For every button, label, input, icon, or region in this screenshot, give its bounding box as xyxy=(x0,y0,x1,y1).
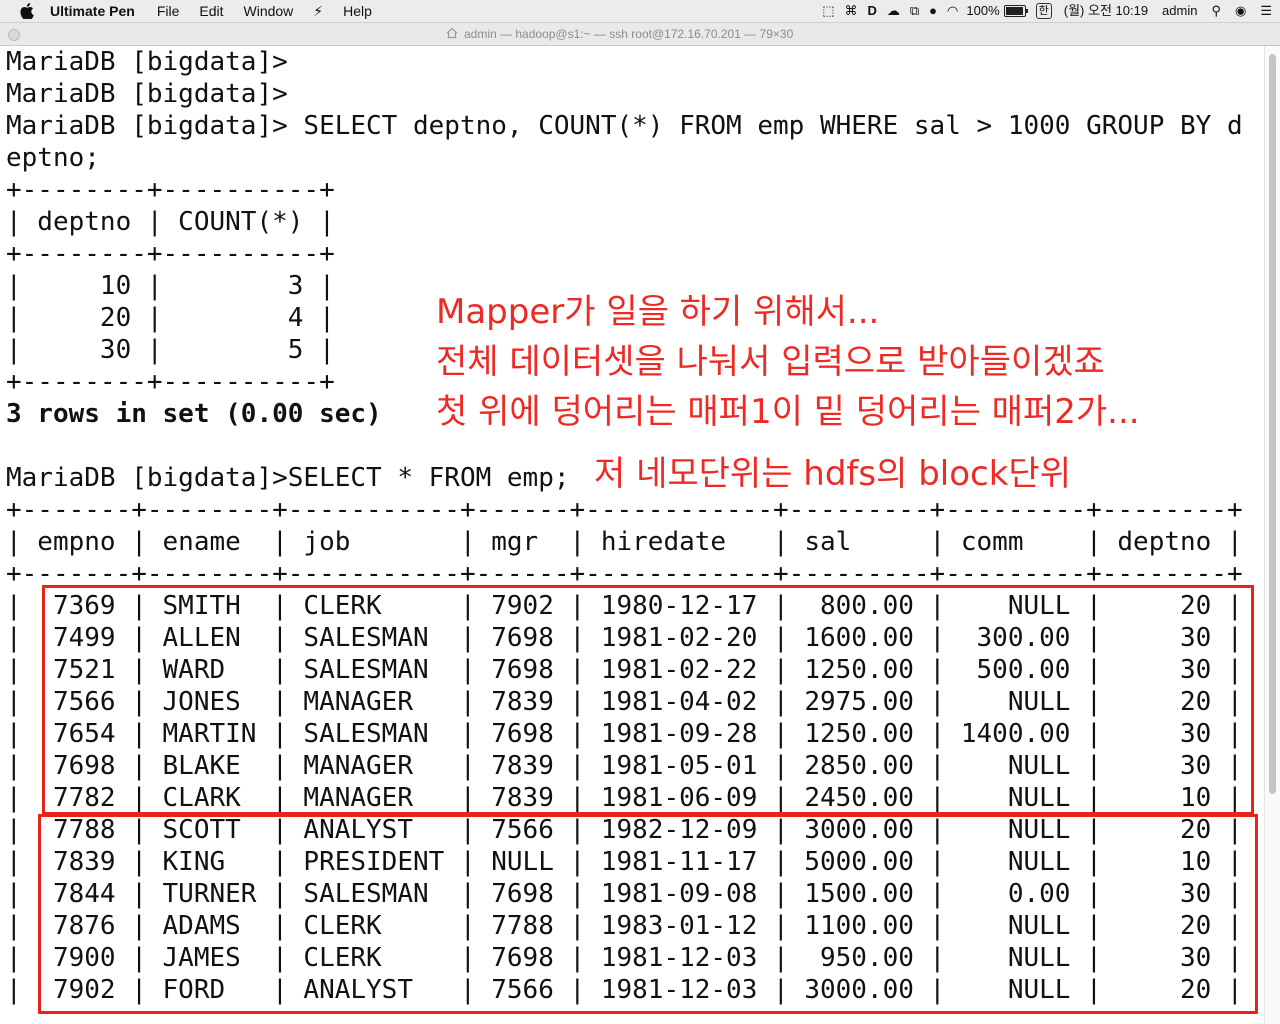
terminal-line: MariaDB [bigdata]> xyxy=(6,47,288,77)
close-button[interactable] xyxy=(8,29,20,41)
spotlight-search-icon[interactable]: ⚲ xyxy=(1211,0,1221,22)
terminal-line: | 30 | 5 | xyxy=(6,335,335,365)
d-app-icon[interactable]: D xyxy=(867,0,876,22)
terminal-line: +--------+----------+ xyxy=(6,239,335,269)
apple-menu-icon[interactable] xyxy=(20,3,34,19)
help-menu[interactable]: Help xyxy=(343,0,372,22)
window-titlebar[interactable]: admin — hadoop@s1:~ — ssh root@172.16.70… xyxy=(0,23,1280,46)
clock[interactable]: (월) 오전 10:19 xyxy=(1064,0,1148,22)
chat-icon[interactable]: ● xyxy=(929,0,937,22)
dropbox-icon[interactable]: ⬚ xyxy=(822,0,834,22)
script-icon[interactable]: ⚡︎ xyxy=(313,0,323,22)
terminal-line: 3 rows in set (0.00 sec) xyxy=(6,399,382,429)
annotation-chunks: 첫 위에 덩어리는 매퍼1이 밑 덩어리는 매퍼2가... xyxy=(436,392,1140,432)
terminal-line: MariaDB [bigdata]> SELECT deptno, COUNT(… xyxy=(6,111,1243,141)
scrollbar-thumb[interactable] xyxy=(1269,54,1276,794)
menu-extra-icon[interactable]: ⌘ xyxy=(844,0,857,22)
file-menu[interactable]: File xyxy=(157,0,180,22)
app-menu[interactable]: Ultimate Pen xyxy=(50,0,135,22)
siri-icon[interactable]: ◉ xyxy=(1235,0,1246,22)
terminal-line: +--------+----------+ xyxy=(6,175,335,205)
notification-center-icon[interactable]: ☰ xyxy=(1260,0,1272,22)
annotation-mapper: Mapper가 일을 하기 위해서... xyxy=(436,292,880,332)
battery-icon[interactable] xyxy=(1003,5,1028,17)
battery-percent: 100% xyxy=(966,3,1000,18)
terminal-line: | 10 | 3 | xyxy=(6,271,335,301)
annotation-hdfs-block: 저 네모단위는 hdfs의 block단위 xyxy=(594,454,1071,494)
terminal-line: +--------+----------+ xyxy=(6,367,335,397)
menu-bar: Ultimate Pen File Edit Window ⚡︎ Help ⬚ … xyxy=(0,0,1280,23)
window-menu[interactable]: Window xyxy=(244,0,294,22)
terminal-line: | 20 | 4 | xyxy=(6,303,335,333)
vertical-scrollbar[interactable] xyxy=(1264,46,1280,1024)
block-box-lower xyxy=(38,814,1258,1014)
window-title: admin — hadoop@s1:~ — ssh root@172.16.70… xyxy=(464,27,794,41)
terminal-line: | empno | ename | job | mgr | hiredate |… xyxy=(6,527,1243,557)
wifi-icon[interactable]: ◠ xyxy=(947,0,958,22)
home-icon xyxy=(446,27,458,39)
user-menu[interactable]: admin xyxy=(1162,0,1197,22)
terminal-line: +-------+--------+-----------+------+---… xyxy=(6,495,1243,525)
terminal-line: MariaDB [bigdata]> xyxy=(6,79,288,109)
input-method-icon[interactable]: 한 xyxy=(1035,3,1052,19)
block-box-upper xyxy=(42,585,1254,815)
edit-menu[interactable]: Edit xyxy=(199,0,223,22)
annotation-dataset: 전체 데이터셋을 나눠서 입력으로 받아들이겠죠 xyxy=(436,342,1105,382)
cloud-icon[interactable]: ☁ xyxy=(887,0,900,22)
screens-icon[interactable]: ⧉ xyxy=(910,0,919,22)
terminal-line: | deptno | COUNT(*) | xyxy=(6,207,335,237)
terminal-line: eptno; xyxy=(6,143,100,173)
terminal-line: MariaDB [bigdata]>SELECT * FROM emp; xyxy=(6,463,570,493)
